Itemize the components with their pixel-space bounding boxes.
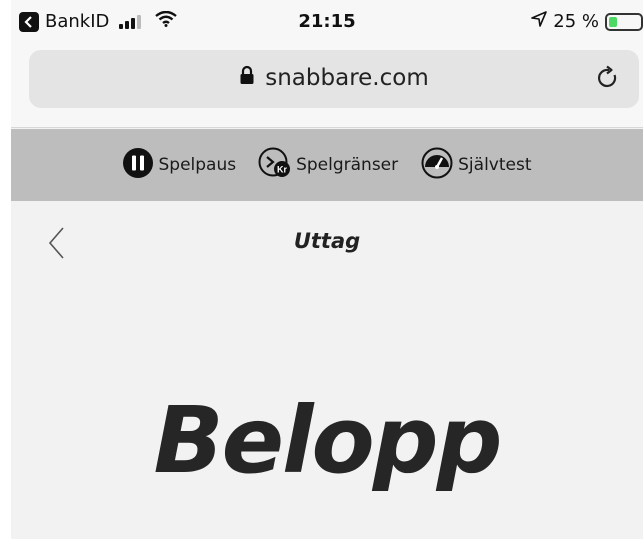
battery-percentage: 25 % — [553, 11, 599, 32]
spelpaus-link[interactable]: Spelpaus — [122, 147, 236, 184]
sjalvtest-label: Självtest — [458, 155, 532, 175]
address-bar[interactable]: snabbare.com — [29, 50, 639, 108]
battery-fill — [609, 16, 617, 27]
location-arrow-icon — [531, 11, 548, 32]
speedometer-icon — [420, 147, 454, 184]
phone-screen: BankID 21:15 25 % snabbare.com Spelpaus … — [11, 0, 643, 539]
url-text[interactable]: snabbare.com — [265, 65, 428, 91]
svg-text:Kr: Kr — [277, 164, 287, 174]
status-right: 25 % — [531, 11, 643, 32]
main-content: Uttag Belopp — [11, 201, 643, 539]
responsible-gaming-bar: Spelpaus Kr Spelgränser Självtest — [11, 129, 643, 201]
amount-heading: Belopp — [153, 387, 503, 494]
page-title: Uttag — [293, 229, 361, 253]
lock-icon — [239, 65, 255, 91]
status-bar: BankID 21:15 25 % — [11, 0, 643, 42]
sjalvtest-link[interactable]: Självtest — [420, 147, 532, 184]
limits-icon: Kr — [258, 147, 292, 184]
battery-icon — [605, 12, 643, 31]
address-bar-url-row[interactable]: snabbare.com — [29, 65, 639, 91]
spelgranser-link[interactable]: Kr Spelgränser — [258, 147, 398, 184]
pause-icon — [122, 147, 154, 184]
browser-toolbar: snabbare.com — [11, 42, 643, 128]
spelgranser-label: Spelgränser — [296, 155, 399, 175]
spelpaus-label: Spelpaus — [158, 155, 237, 175]
reload-icon[interactable] — [595, 65, 621, 95]
